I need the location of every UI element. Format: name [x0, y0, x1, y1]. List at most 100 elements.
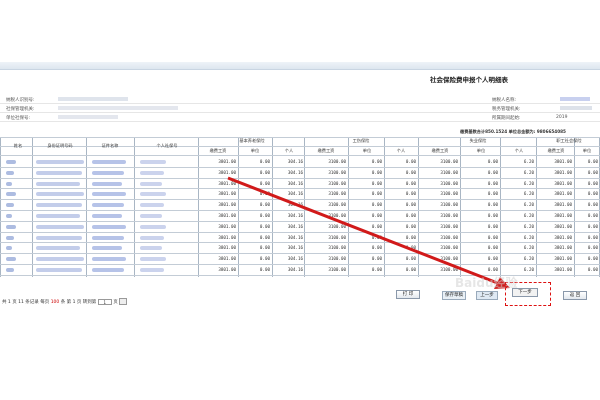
table-cell: 0.00 [587, 191, 598, 197]
table-cell: 3801.00 [554, 234, 572, 240]
redacted-cell [6, 235, 14, 240]
redacted-cell [92, 268, 124, 272]
table-cell: 3100.00 [328, 159, 346, 164]
redacted-cell [36, 257, 84, 262]
table-cell: 0.00 [259, 202, 270, 208]
column-divider [384, 137, 385, 277]
table-cell: 0.00 [405, 267, 416, 272]
table-cell: 0.00 [405, 180, 416, 186]
table-cell: 0.00 [405, 159, 416, 164]
table-cell: 0.00 [371, 256, 382, 262]
row-divider [0, 274, 600, 276]
print-button[interactable]: 打 印 [396, 290, 420, 299]
row-divider [0, 199, 600, 201]
table-cell: 0.00 [587, 223, 598, 229]
redacted-cell [140, 192, 166, 197]
subheader-unit: 单位 [250, 148, 260, 153]
table-cell: 3100.00 [440, 191, 458, 197]
redacted-cell [140, 181, 162, 186]
redacted-cell [6, 181, 12, 186]
table-cell: 3100.00 [440, 256, 458, 262]
save-draft-button[interactable]: 保存草稿 [442, 291, 466, 300]
table-cell: 0.00 [405, 234, 416, 240]
row-divider [0, 166, 600, 168]
redacted-cell [36, 170, 82, 175]
column-divider [348, 137, 349, 277]
taxpayer-name-value [560, 97, 590, 101]
info-row: 纳税人识别号: 纳税人名称: [0, 95, 600, 104]
redacted-cell [6, 246, 12, 251]
table-cell: 3801.00 [554, 223, 572, 229]
table-cell: 304.16 [287, 213, 303, 218]
table-cell: 3801.00 [218, 202, 236, 208]
pager-summary: 共 1 页 11 条记录 每页 [2, 300, 50, 305]
info-row: 单位社保号: 所属期间起始: 2019 [0, 113, 600, 122]
table-cell: 6.20 [523, 191, 534, 197]
table-cell: 6.20 [523, 180, 534, 186]
table-cell: 304.16 [287, 169, 303, 175]
table-cell: 0.00 [587, 213, 598, 218]
table-cell: 0.00 [259, 267, 270, 272]
table-cell: 3801.00 [218, 223, 236, 229]
table-cell: 3100.00 [328, 191, 346, 197]
table-cell: 304.16 [287, 180, 303, 186]
redacted-cell [36, 214, 80, 218]
table-cell: 0.00 [371, 223, 382, 229]
prev-step-button[interactable]: 上一步 [476, 291, 498, 300]
row-divider [0, 188, 600, 190]
table-cell: 3100.00 [328, 169, 346, 175]
table-cell: 6.20 [523, 169, 534, 175]
table-cell: 304.16 [287, 191, 303, 197]
per-page-value[interactable]: 100 [51, 300, 60, 305]
table-cell: 3100.00 [328, 202, 346, 208]
table-cell: 3100.00 [328, 267, 346, 272]
subheader-wage: 缴费工资 [317, 148, 335, 153]
table-cell: 3801.00 [554, 256, 572, 262]
redacted-cell [140, 268, 164, 272]
table-cell: 3801.00 [554, 202, 572, 208]
table-cell: 6.20 [523, 256, 534, 262]
redacted-cell [6, 170, 14, 175]
table-cell: 304.16 [287, 267, 303, 272]
table-cell: 0.00 [259, 213, 270, 218]
table-cell: 3100.00 [328, 245, 346, 251]
period-start-value: 2019 [556, 115, 568, 120]
redacted-cell [92, 246, 122, 251]
detail-table: 姓名 身份证明号码 证件名称 个人社保号 基本养老保险 工伤保险 失业保险 职工… [0, 137, 600, 277]
info-row: 社保管理机关: 税务管理机关: [0, 104, 600, 113]
social-authority-value [58, 106, 178, 110]
group-header-staff-insurance: 职工社会保险 [556, 138, 582, 143]
page-title: 社会保险费申报个人明细表 [430, 76, 508, 84]
redacted-cell [92, 181, 122, 186]
header-divider [0, 155, 600, 156]
pager-current: 条 第 1 页 转到第 [60, 300, 97, 305]
redacted-cell [36, 181, 80, 186]
social-authority-label: 社保管理机关: [6, 107, 35, 112]
subheader-wage: 缴费工资 [547, 148, 565, 153]
table-cell: 3100.00 [440, 223, 458, 229]
redacted-cell [92, 192, 126, 197]
row-divider [0, 177, 600, 179]
redacted-cell [92, 160, 126, 164]
go-button[interactable] [119, 298, 128, 305]
taxpayer-id-label: 纳税人识别号: [6, 98, 35, 103]
redacted-cell [6, 214, 12, 218]
table-cell: 0.00 [259, 191, 270, 197]
table-cell: 304.16 [287, 223, 303, 229]
table-cell: 0.00 [371, 180, 382, 186]
table-cell: 0.00 [487, 256, 498, 262]
table-cell: 0.00 [371, 234, 382, 240]
table-cell: 3801.00 [554, 191, 572, 197]
table-cell: 3801.00 [554, 169, 572, 175]
column-divider [198, 137, 199, 277]
redacted-cell [36, 203, 82, 208]
redacted-cell [36, 235, 82, 240]
redacted-cell [6, 257, 16, 262]
table-cell: 0.00 [587, 159, 598, 164]
page-jump-input[interactable]: 1 [97, 298, 112, 305]
column-divider [134, 137, 135, 277]
redacted-cell [140, 224, 166, 229]
table-cell: 6.20 [523, 234, 534, 240]
back-button[interactable]: 返 回 [563, 291, 587, 300]
table-cell: 0.00 [587, 202, 598, 208]
